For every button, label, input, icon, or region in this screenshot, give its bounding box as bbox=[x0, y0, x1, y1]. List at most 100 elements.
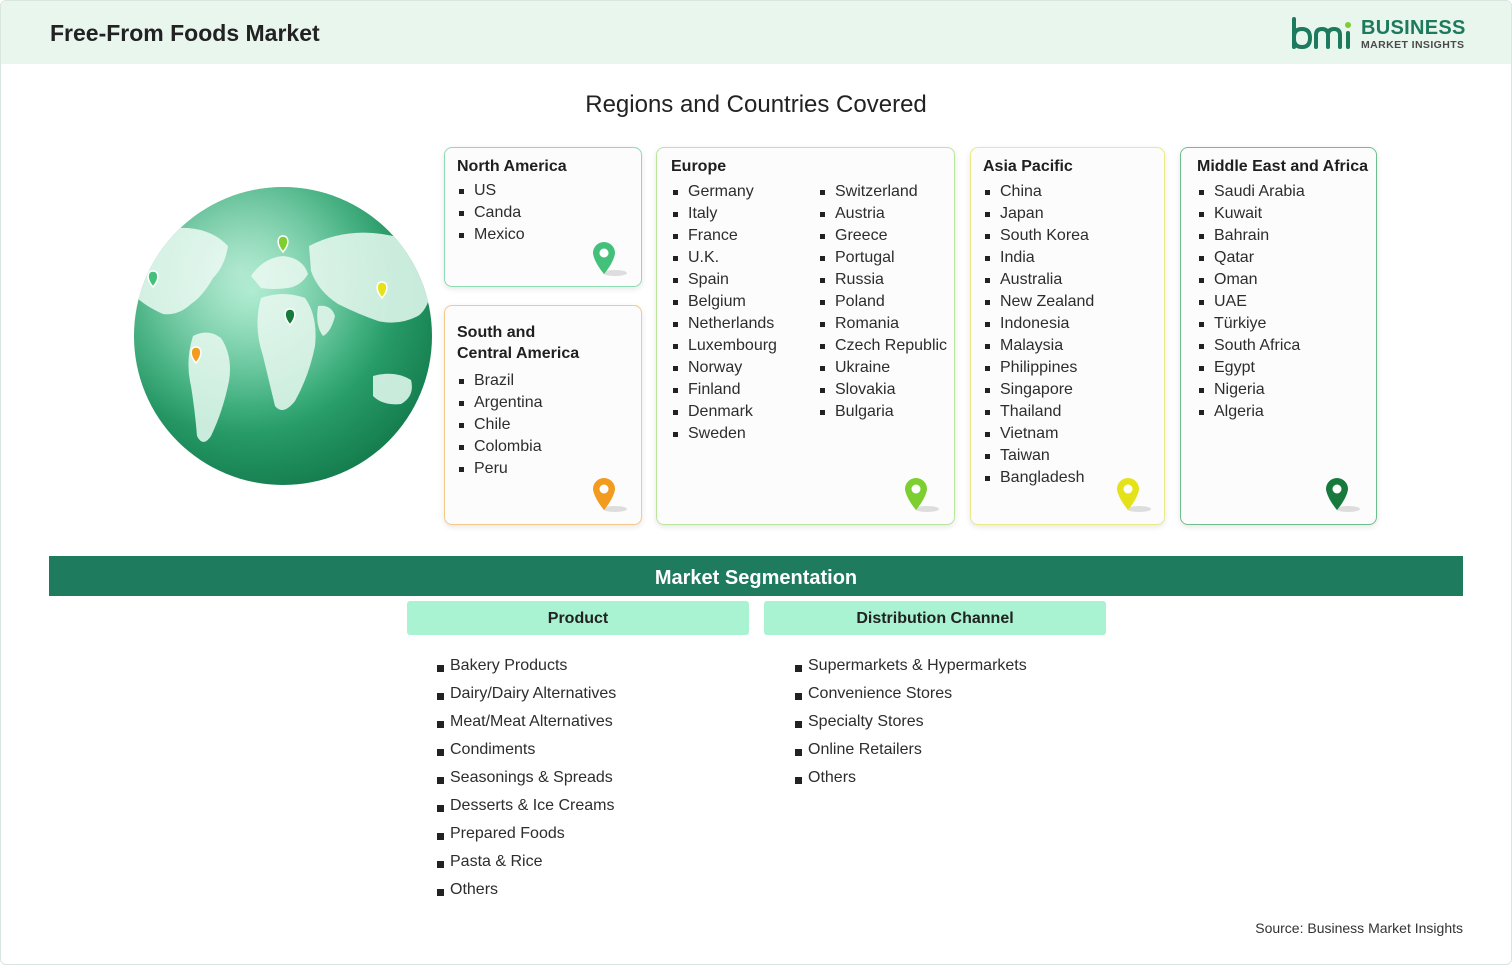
region-title: Europe bbox=[671, 158, 727, 175]
segment-heading-product: Product bbox=[407, 601, 749, 635]
country-item: Portugal bbox=[818, 247, 947, 269]
list-item: Condiments bbox=[437, 736, 616, 764]
country-item: Peru bbox=[457, 458, 543, 480]
country-item: Oman bbox=[1197, 269, 1305, 291]
country-item: Switzerland bbox=[818, 181, 947, 203]
list-item: Bakery Products bbox=[437, 652, 616, 680]
list-item: Dairy/Dairy Alternatives bbox=[437, 680, 616, 708]
country-item: US bbox=[457, 180, 525, 202]
country-item: Thailand bbox=[983, 401, 1094, 423]
country-item: Nigeria bbox=[1197, 379, 1305, 401]
country-item: Finland bbox=[671, 379, 777, 401]
globe-icon bbox=[134, 187, 432, 485]
map-pin-icon bbox=[593, 242, 627, 276]
list-item: Desserts & Ice Creams bbox=[437, 792, 616, 820]
country-item: Norway bbox=[671, 357, 777, 379]
country-item: Netherlands bbox=[671, 313, 777, 335]
country-item: Japan bbox=[983, 203, 1094, 225]
region-title: North America bbox=[457, 158, 567, 175]
map-pin-icon bbox=[905, 478, 939, 512]
country-item: U.K. bbox=[671, 247, 777, 269]
region-card-middle-east-africa: Middle East and Africa Saudi Arabia Kuwa… bbox=[1180, 147, 1377, 525]
country-item: Taiwan bbox=[983, 445, 1094, 467]
region-title: South and Central America bbox=[457, 322, 579, 364]
country-item: Argentina bbox=[457, 392, 543, 414]
header-bar: Free-From Foods Market BUSINESS MARKET I… bbox=[1, 1, 1511, 64]
country-item: Indonesia bbox=[983, 313, 1094, 335]
country-item: Russia bbox=[818, 269, 947, 291]
segmentation-title-bar: Market Segmentation bbox=[49, 556, 1463, 596]
map-pin-icon bbox=[1117, 478, 1151, 512]
country-item: Algeria bbox=[1197, 401, 1305, 423]
brand-logo: BUSINESS MARKET INSIGHTS bbox=[1291, 15, 1471, 55]
country-item: Vietnam bbox=[983, 423, 1094, 445]
country-item: Chile bbox=[457, 414, 543, 436]
country-item: India bbox=[983, 247, 1094, 269]
list-item: Others bbox=[795, 764, 1027, 792]
region-card-asia-pacific: Asia Pacific China Japan South Korea Ind… bbox=[970, 147, 1165, 525]
distribution-channel-list: Supermarkets & Hypermarkets Convenience … bbox=[795, 652, 1027, 792]
map-pin-icon bbox=[593, 478, 627, 512]
country-item: Germany bbox=[671, 181, 777, 203]
country-item: Qatar bbox=[1197, 247, 1305, 269]
logo-word-market-insights: MARKET INSIGHTS bbox=[1361, 39, 1465, 51]
list-item: Supermarkets & Hypermarkets bbox=[795, 652, 1027, 680]
country-item: Greece bbox=[818, 225, 947, 247]
list-item: Seasonings & Spreads bbox=[437, 764, 616, 792]
country-item: Türkiye bbox=[1197, 313, 1305, 335]
country-item: Belgium bbox=[671, 291, 777, 313]
regions-title: Regions and Countries Covered bbox=[585, 91, 927, 118]
country-item: UAE bbox=[1197, 291, 1305, 313]
list-item: Others bbox=[437, 876, 616, 904]
country-item: Spain bbox=[671, 269, 777, 291]
bmi-logo-icon bbox=[1292, 17, 1351, 50]
country-item: Colombia bbox=[457, 436, 543, 458]
list-item: Prepared Foods bbox=[437, 820, 616, 848]
country-item: Sweden bbox=[671, 423, 777, 445]
region-title-line1: South and bbox=[457, 324, 536, 341]
country-item: Canda bbox=[457, 202, 525, 224]
country-item: Philippines bbox=[983, 357, 1094, 379]
country-item: Bangladesh bbox=[983, 467, 1094, 489]
country-item: Mexico bbox=[457, 224, 525, 246]
list-item: Pasta & Rice bbox=[437, 848, 616, 876]
list-item: Specialty Stores bbox=[795, 708, 1027, 736]
region-card-north-america: North America US Canda Mexico bbox=[444, 147, 642, 287]
list-item: Meat/Meat Alternatives bbox=[437, 708, 616, 736]
country-item: South Africa bbox=[1197, 335, 1305, 357]
country-item: Bulgaria bbox=[818, 401, 947, 423]
region-card-europe: Europe Germany Italy France U.K. Spain B… bbox=[656, 147, 955, 525]
country-item: Malaysia bbox=[983, 335, 1094, 357]
country-item: Romania bbox=[818, 313, 947, 335]
page-title: Free-From Foods Market bbox=[50, 20, 320, 46]
country-item: Egypt bbox=[1197, 357, 1305, 379]
country-item: Kuwait bbox=[1197, 203, 1305, 225]
country-item: Australia bbox=[983, 269, 1094, 291]
country-item: Singapore bbox=[983, 379, 1094, 401]
country-item: China bbox=[983, 181, 1094, 203]
country-item: Italy bbox=[671, 203, 777, 225]
logo-word-business: BUSINESS bbox=[1361, 17, 1466, 39]
region-title: Middle East and Africa bbox=[1197, 158, 1368, 175]
country-item: France bbox=[671, 225, 777, 247]
country-item: Denmark bbox=[671, 401, 777, 423]
product-list: Bakery Products Dairy/Dairy Alternatives… bbox=[437, 652, 616, 904]
country-item: Slovakia bbox=[818, 379, 947, 401]
segment-heading-distribution-channel: Distribution Channel bbox=[764, 601, 1106, 635]
country-item: Ukraine bbox=[818, 357, 947, 379]
region-card-south-central-america: South and Central America Brazil Argenti… bbox=[444, 305, 642, 525]
list-item: Online Retailers bbox=[795, 736, 1027, 764]
country-item: Poland bbox=[818, 291, 947, 313]
region-title: Asia Pacific bbox=[983, 158, 1073, 175]
region-title-line2: Central America bbox=[457, 345, 580, 362]
source-note: Source: Business Market Insights bbox=[1255, 920, 1463, 936]
country-item: South Korea bbox=[983, 225, 1094, 247]
country-item: Czech Republic bbox=[818, 335, 947, 357]
country-item: New Zealand bbox=[983, 291, 1094, 313]
country-item: Bahrain bbox=[1197, 225, 1305, 247]
country-item: Brazil bbox=[457, 370, 543, 392]
map-pin-icon bbox=[1326, 478, 1360, 512]
country-item: Luxembourg bbox=[671, 335, 777, 357]
country-item: Austria bbox=[818, 203, 947, 225]
list-item: Convenience Stores bbox=[795, 680, 1027, 708]
